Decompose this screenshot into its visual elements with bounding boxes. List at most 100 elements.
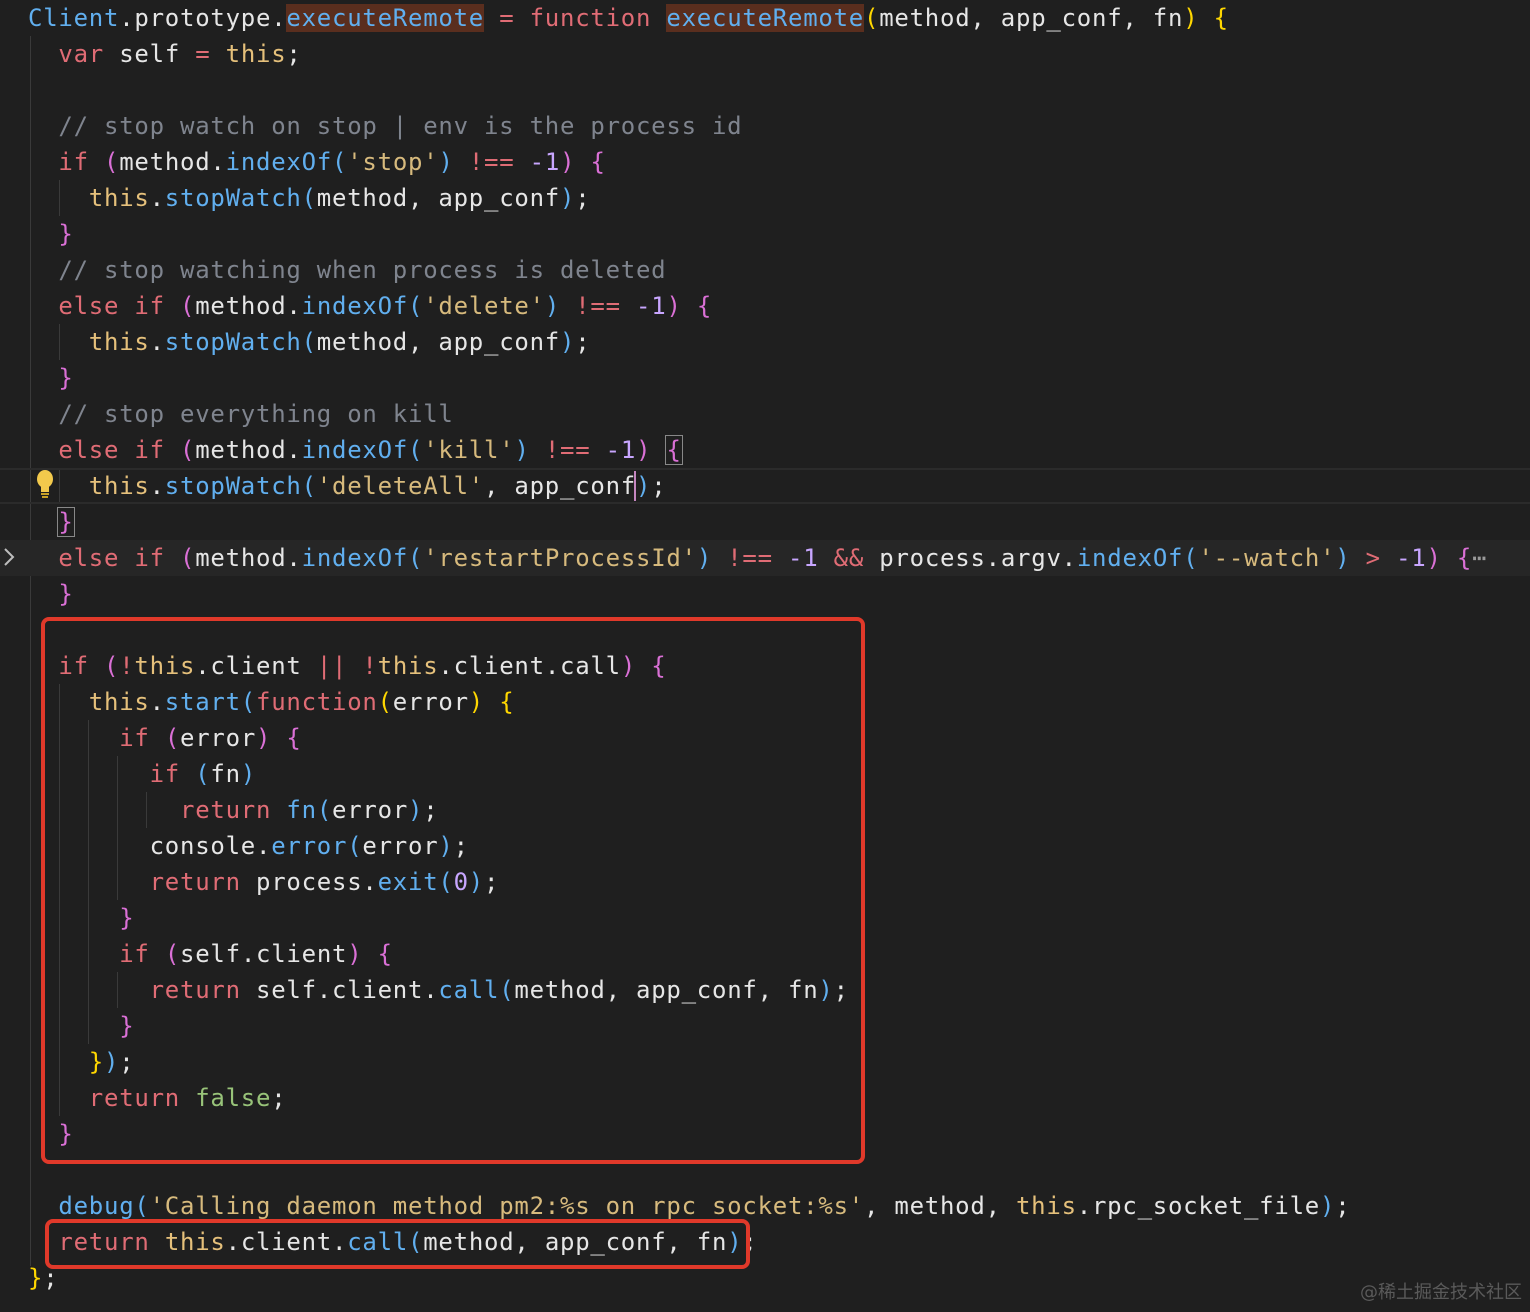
code-line[interactable]: // stop watching when process is deleted bbox=[0, 252, 1530, 288]
code-token: } bbox=[57, 507, 75, 537]
code-token: !== bbox=[468, 148, 515, 176]
code-line[interactable]: this.stopWatch(method, app_conf); bbox=[0, 180, 1530, 216]
code-token: 'deleteAll' bbox=[316, 472, 484, 500]
code-token: rpc_socket_file bbox=[1091, 1192, 1320, 1220]
code-line-text: else if (method.indexOf('kill') !== -1) … bbox=[28, 432, 683, 468]
code-token: argv bbox=[1000, 544, 1062, 572]
folded-ellipsis[interactable]: ⋯ bbox=[1472, 544, 1487, 572]
code-token: ( bbox=[864, 4, 880, 32]
code-line[interactable]: } bbox=[0, 360, 1530, 396]
code-token: . bbox=[985, 544, 1001, 572]
code-token: && bbox=[833, 544, 865, 572]
code-token: { bbox=[696, 292, 713, 320]
code-line[interactable]: } bbox=[0, 504, 1530, 540]
code-line-text: } bbox=[28, 360, 74, 396]
code-token: } bbox=[58, 364, 74, 392]
code-line[interactable]: if (method.indexOf('stop') !== -1) { bbox=[0, 144, 1530, 180]
code-token: // stop watching when process is deleted bbox=[58, 256, 667, 284]
code-line-text: // stop everything on kill bbox=[28, 396, 454, 432]
code-token: . bbox=[286, 292, 302, 320]
lightbulb-icon[interactable] bbox=[34, 469, 56, 499]
code-line[interactable]: // stop watch on stop | env is the proce… bbox=[0, 108, 1530, 144]
code-token: } bbox=[28, 1264, 44, 1292]
code-token: ; bbox=[575, 184, 591, 212]
code-token: { bbox=[1456, 544, 1473, 572]
code-token: . bbox=[149, 472, 165, 500]
code-line[interactable]: else if (method.indexOf('restartProcessI… bbox=[0, 540, 1530, 576]
code-token: if bbox=[134, 292, 165, 320]
code-line-text: // stop watch on stop | env is the proce… bbox=[28, 108, 742, 144]
code-line[interactable]: // stop everything on kill bbox=[0, 396, 1530, 432]
code-token: !== bbox=[544, 436, 591, 464]
code-token: if bbox=[58, 148, 89, 176]
code-token: ) bbox=[438, 148, 454, 176]
code-token: stopWatch bbox=[164, 328, 302, 356]
code-token: ( bbox=[134, 1192, 150, 1220]
code-editor[interactable]: Client.prototype.executeRemote = functio… bbox=[0, 0, 1530, 1312]
code-token: stopWatch bbox=[164, 184, 302, 212]
highlight-box-return-call bbox=[45, 1219, 750, 1269]
code-token: . bbox=[271, 4, 287, 32]
code-line-text: else if (method.indexOf('restartProcessI… bbox=[28, 540, 1487, 576]
code-token: executeRemote bbox=[286, 4, 484, 32]
code-line[interactable]: } bbox=[0, 216, 1530, 252]
code-token: else bbox=[58, 292, 120, 320]
chevron-right-icon[interactable] bbox=[2, 546, 16, 568]
code-token: , method, bbox=[863, 1192, 1016, 1220]
code-token: 'kill' bbox=[423, 436, 515, 464]
code-line[interactable]: this.stopWatch(method, app_conf); bbox=[0, 324, 1530, 360]
code-token: . bbox=[1076, 1192, 1092, 1220]
code-line[interactable]: var self = this; bbox=[0, 36, 1530, 72]
code-token: -1 bbox=[529, 148, 561, 176]
code-token: ( bbox=[1183, 544, 1199, 572]
code-line[interactable]: Client.prototype.executeRemote = functio… bbox=[0, 0, 1530, 36]
code-token: ( bbox=[408, 436, 424, 464]
code-token: . bbox=[149, 184, 165, 212]
code-line-text: this.stopWatch(method, app_conf); bbox=[28, 180, 590, 216]
code-token: if bbox=[134, 436, 165, 464]
code-token: ) bbox=[559, 184, 576, 212]
code-token: this bbox=[225, 40, 287, 68]
code-token: indexOf bbox=[301, 544, 409, 572]
code-token: ( bbox=[408, 544, 424, 572]
code-token: , app_conf bbox=[484, 472, 636, 500]
code-token: ( bbox=[301, 472, 317, 500]
code-token: { bbox=[1213, 4, 1229, 32]
code-token: 'stop' bbox=[347, 148, 439, 176]
code-line-text: } bbox=[28, 504, 75, 540]
code-token: ) bbox=[514, 436, 530, 464]
code-line[interactable] bbox=[0, 72, 1530, 108]
code-token: prototype bbox=[134, 4, 272, 32]
code-token: 'Calling daemon method pm2:%s on rpc soc… bbox=[149, 1192, 864, 1220]
code-token: function bbox=[529, 4, 652, 32]
code-line[interactable]: } bbox=[0, 576, 1530, 612]
code-token: !== bbox=[575, 292, 621, 320]
code-token: else bbox=[58, 544, 120, 572]
code-token: ( bbox=[180, 292, 196, 320]
code-token: indexOf bbox=[225, 148, 333, 176]
code-line[interactable]: else if (method.indexOf('delete') !== -1… bbox=[0, 288, 1530, 324]
code-token: { bbox=[665, 435, 683, 465]
code-line[interactable]: else if (method.indexOf('kill') !== -1) … bbox=[0, 432, 1530, 468]
code-token: method bbox=[195, 292, 287, 320]
code-token: -1 bbox=[788, 544, 819, 572]
code-token: ) bbox=[544, 292, 561, 320]
code-line[interactable]: this.stopWatch('deleteAll', app_conf); bbox=[0, 468, 1530, 504]
code-token: ) bbox=[1183, 4, 1199, 32]
code-token: indexOf bbox=[301, 292, 409, 320]
code-token: -1 bbox=[605, 436, 637, 464]
code-token: this bbox=[88, 184, 150, 212]
